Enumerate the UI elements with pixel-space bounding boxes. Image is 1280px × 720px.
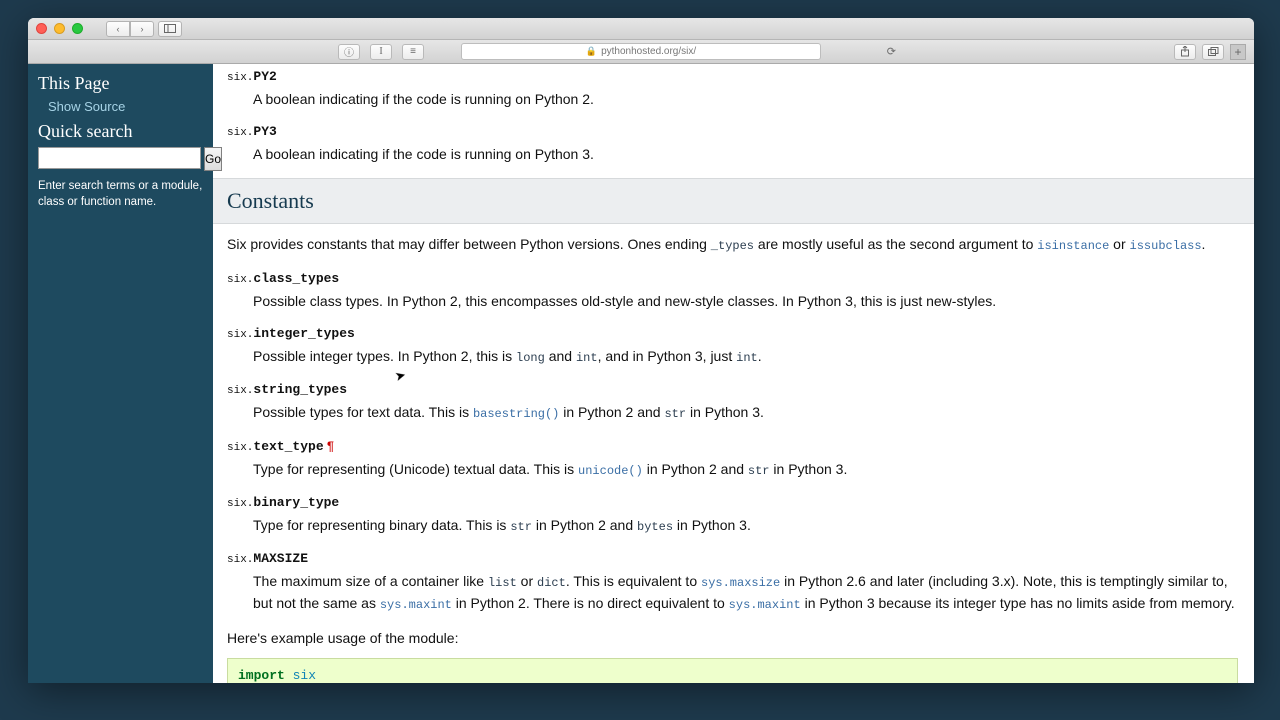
attr-integer-types: six.integer_types Possible integer types… <box>227 325 1240 367</box>
back-button[interactable]: ‹ <box>106 21 130 37</box>
traffic-lights <box>36 23 83 34</box>
attr-binary-type: six.binary_type Type for representing bi… <box>227 494 1240 536</box>
doc-sidebar: This Page Show Source Quick search Go En… <box>28 64 213 683</box>
permalink-icon[interactable]: ¶ <box>327 439 335 454</box>
privacy-report-button[interactable]: ⓘ <box>338 44 360 60</box>
quick-search-heading: Quick search <box>38 121 203 142</box>
attr-string-types: six.string_types Possible types for text… <box>227 381 1240 423</box>
minimize-window-button[interactable] <box>54 23 65 34</box>
attr-class-types: six.class_types Possible class types. In… <box>227 270 1240 311</box>
share-button[interactable] <box>1174 44 1196 60</box>
text-size-button[interactable]: ≡ <box>402 44 424 60</box>
show-source-link[interactable]: Show Source <box>38 99 203 114</box>
new-tab-button[interactable]: + <box>1230 44 1246 60</box>
browser-window: ‹ › ⓘ I ≡ 🔒 pythonhosted.org/six/ ⟳ + <box>28 18 1254 683</box>
search-input[interactable] <box>38 147 201 169</box>
constants-heading: Constants <box>213 178 1254 224</box>
doc-main[interactable]: six.PY2 A boolean indicating if the code… <box>213 64 1254 683</box>
forward-button[interactable]: › <box>130 21 154 37</box>
attr-py2-desc: A boolean indicating if the code is runn… <box>253 89 1240 109</box>
url-bar[interactable]: 🔒 pythonhosted.org/six/ <box>461 43 821 60</box>
example-usage-label: Here's example usage of the module: <box>227 628 1240 648</box>
attr-maxsize: six.MAXSIZE The maximum size of a contai… <box>227 550 1240 614</box>
sidebar-toggle-button[interactable] <box>158 21 182 37</box>
attr-text-type: six.text_type¶ Type for representing (Un… <box>227 438 1240 480</box>
attr-py3-desc: A boolean indicating if the code is runn… <box>253 144 1240 164</box>
browser-toolbar: ⓘ I ≡ 🔒 pythonhosted.org/six/ ⟳ + <box>28 40 1254 64</box>
reload-button[interactable]: ⟳ <box>887 45 896 58</box>
close-window-button[interactable] <box>36 23 47 34</box>
this-page-heading: This Page <box>38 73 203 94</box>
code-example: import six def dispatch_types(value): if… <box>227 658 1238 683</box>
attr-py3: six.PY3 A boolean indicating if the code… <box>227 123 1240 164</box>
lock-icon: 🔒 <box>586 46 597 57</box>
titlebar: ‹ › <box>28 18 1254 40</box>
page-content: This Page Show Source Quick search Go En… <box>28 64 1254 683</box>
search-hint: Enter search terms or a module, class or… <box>38 179 203 210</box>
attr-py2: six.PY2 A boolean indicating if the code… <box>227 68 1240 109</box>
reader-button[interactable]: I <box>370 44 392 60</box>
tabs-overview-button[interactable] <box>1202 44 1224 60</box>
url-text: pythonhosted.org/six/ <box>601 46 696 57</box>
constants-intro: Six provides constants that may differ b… <box>227 234 1240 255</box>
zoom-window-button[interactable] <box>72 23 83 34</box>
